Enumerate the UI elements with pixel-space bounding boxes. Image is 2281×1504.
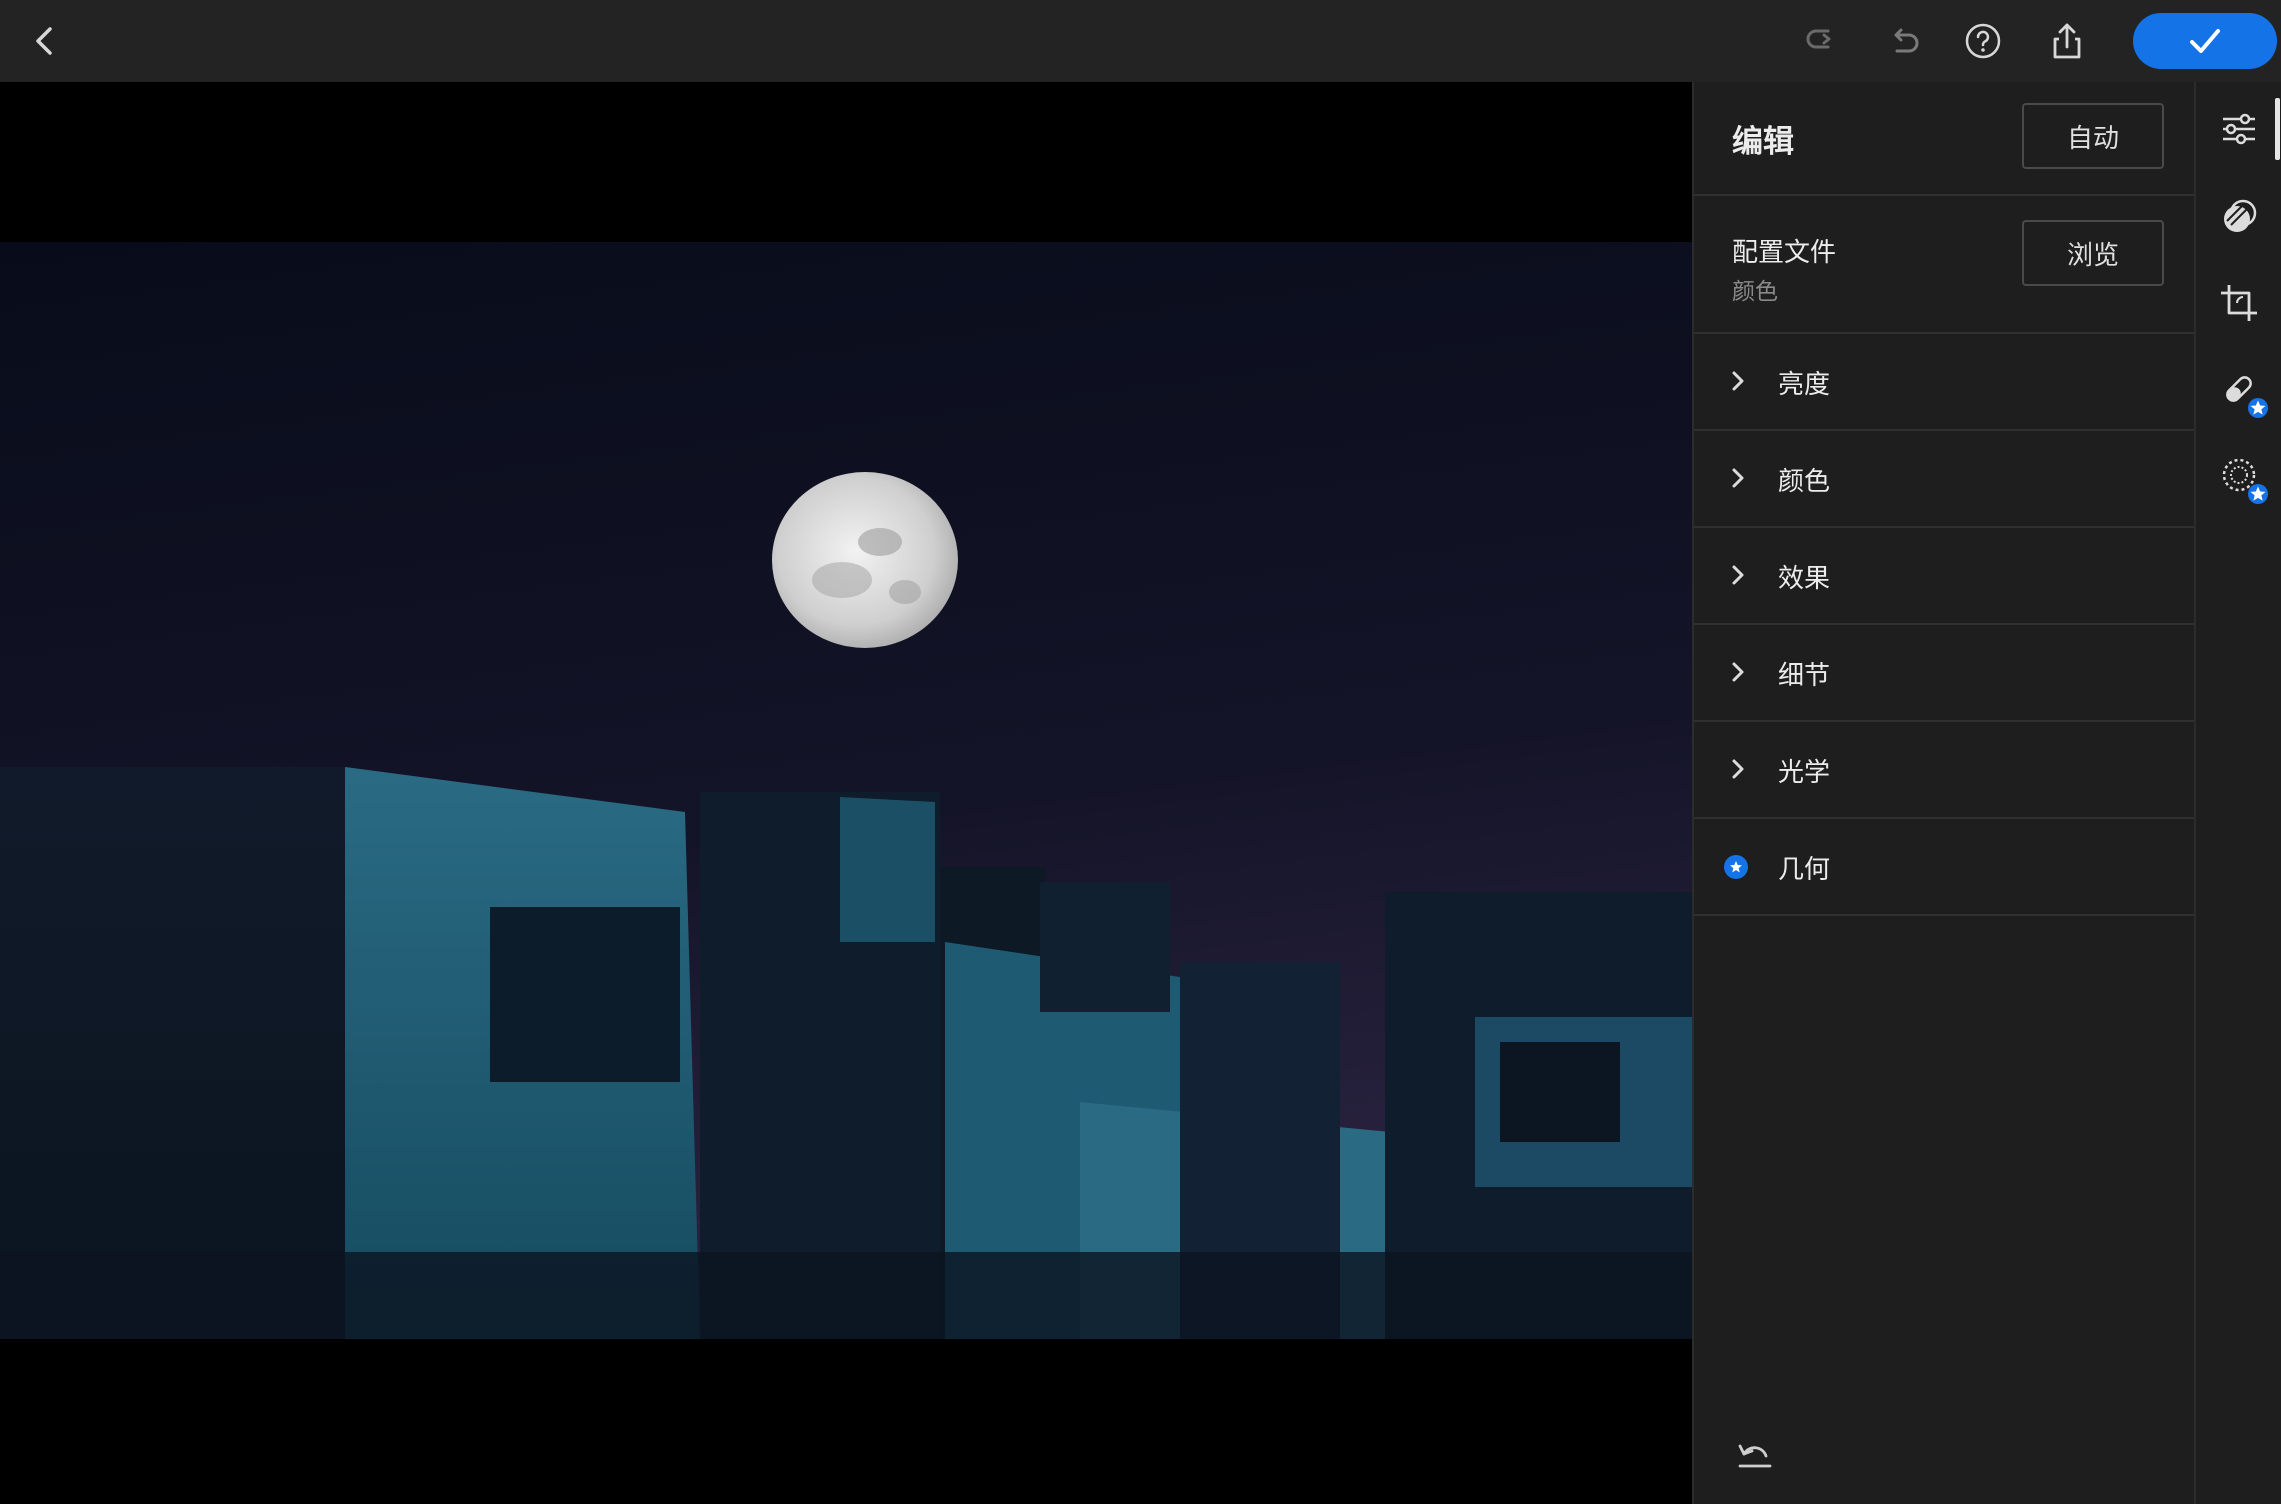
chevron-right-icon [1732,759,1744,779]
confirm-button[interactable] [2133,13,2277,69]
chevron-right-icon [1732,371,1744,391]
section-geometry[interactable]: 几何 [1694,819,2196,916]
rail-active-indicator [2275,98,2280,160]
chevron-right-icon [1732,662,1744,682]
premium-star-icon [2248,484,2268,504]
healing-icon[interactable] [2214,364,2268,418]
auto-button[interactable]: 自动 [2022,103,2164,169]
premium-star-icon [1724,855,1748,879]
back-icon[interactable] [20,17,68,65]
section-label: 效果 [1778,564,1831,594]
panel-title: 编辑 [1732,124,1794,160]
chevron-right-icon [1732,468,1744,488]
profile-title: 配置文件 [1732,238,1837,268]
chevron-right-icon [1732,565,1744,585]
section-label: 亮度 [1778,370,1831,400]
section-light[interactable]: 亮度 [1694,334,2196,431]
section-color[interactable]: 颜色 [1694,431,2196,528]
section-label: 光学 [1778,758,1831,788]
help-icon[interactable] [1959,17,2007,65]
checkmark-icon [2190,29,2220,53]
edit-sliders-icon[interactable] [2214,104,2264,154]
selective-icon[interactable] [2214,450,2268,504]
section-effects[interactable]: 效果 [1694,528,2196,625]
section-detail[interactable]: 细节 [1694,625,2196,722]
reset-icon[interactable] [1732,1432,1778,1478]
section-label: 颜色 [1778,467,1831,497]
profile-subtitle: 颜色 [1732,279,1778,305]
tool-rail [2194,82,2281,1504]
browse-button[interactable]: 浏览 [2022,220,2164,286]
top-toolbar [0,0,2281,82]
premium-star-icon [2248,398,2268,418]
section-label: 几何 [1778,855,1831,885]
section-optics[interactable]: 光学 [1694,722,2196,819]
photo-canvas[interactable] [0,82,1692,1504]
undo-icon[interactable] [1881,17,1929,65]
redo-icon[interactable] [1796,17,1844,65]
panel-header: 编辑 自动 [1694,82,2196,196]
masking-icon[interactable] [2214,192,2264,242]
edit-panel: 编辑 自动 配置文件 颜色 浏览 亮度 颜色 效果 细节 光学 几何 [1692,82,2196,1504]
photo-preview [0,242,1692,1339]
share-icon[interactable] [2043,17,2091,65]
crop-icon[interactable] [2214,278,2264,328]
section-label: 细节 [1778,661,1831,691]
profile-section[interactable]: 配置文件 颜色 浏览 [1694,196,2196,334]
